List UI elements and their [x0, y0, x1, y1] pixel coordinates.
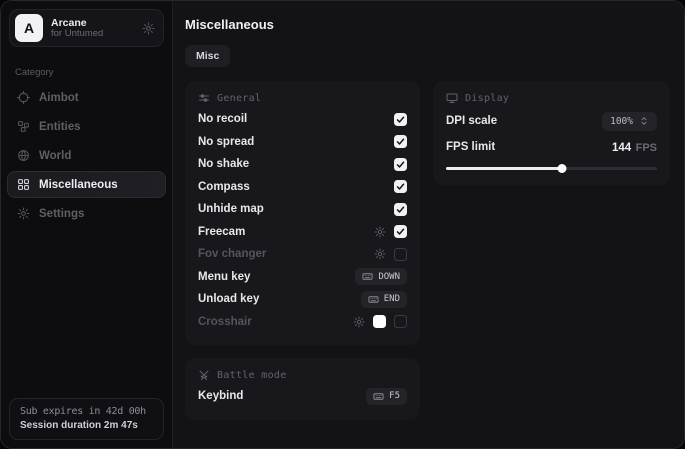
- color-swatch[interactable]: [373, 315, 386, 328]
- checkbox[interactable]: [394, 315, 407, 328]
- keybind-value: F5: [389, 391, 400, 401]
- dpi-scale-row: DPI scale 100%: [446, 108, 657, 134]
- sidebar-item-label: World: [39, 150, 71, 162]
- keyboard-icon: [373, 391, 384, 402]
- app-avatar: A: [15, 14, 43, 42]
- swords-icon: [198, 369, 210, 381]
- setting-row-fov-changer: Fov changer: [198, 243, 407, 266]
- setting-label: Unload key: [198, 293, 361, 305]
- fps-limit-unit: FPS: [636, 142, 657, 154]
- app-header-card: A Arcane for Untumed: [9, 9, 164, 47]
- display-panel: Display DPI scale 100% FPS limit 144: [433, 81, 670, 185]
- battle-mode-panel: Battle mode Keybind F5: [185, 358, 420, 420]
- sidebar-nav: Aimbot Entities World Miscellaneous Settings: [1, 84, 172, 227]
- app-subtitle: for Untumed: [51, 29, 134, 40]
- category-label: Category: [15, 67, 158, 78]
- sliders-icon: [198, 92, 210, 104]
- tab-misc[interactable]: Misc: [185, 45, 230, 67]
- sidebar-item-label: Miscellaneous: [39, 179, 118, 191]
- entities-icon: [17, 120, 30, 133]
- sidebar-item-label: Aimbot: [39, 92, 79, 104]
- sidebar-item-entities[interactable]: Entities: [7, 113, 166, 140]
- setting-row-crosshair: Crosshair: [198, 311, 407, 334]
- general-panel-title: General: [217, 93, 261, 104]
- row-settings-gear-icon[interactable]: [353, 316, 365, 328]
- general-rows: No recoil No spread No shake Compass Unhide …: [198, 108, 407, 333]
- row-settings-gear-icon[interactable]: [374, 248, 386, 260]
- row-settings-gear-icon[interactable]: [374, 226, 386, 238]
- setting-row-freecam: Freecam: [198, 221, 407, 244]
- fps-limit-value: 144: [612, 142, 631, 154]
- keybind-value: DOWN: [378, 272, 400, 282]
- setting-label: Unhide map: [198, 203, 394, 215]
- checkbox[interactable]: [394, 203, 407, 216]
- checkbox[interactable]: [394, 113, 407, 126]
- unfold-icon: [639, 116, 649, 126]
- slider-fill: [446, 167, 562, 170]
- checkbox[interactable]: [394, 180, 407, 193]
- setting-label: No shake: [198, 158, 394, 170]
- sync-icon[interactable]: [142, 22, 155, 35]
- app-title: Arcane: [51, 17, 134, 29]
- dpi-scale-label: DPI scale: [446, 115, 602, 127]
- arcane-window: A Arcane for Untumed Category Aimbot Enti…: [0, 0, 685, 449]
- sidebar-item-label: Settings: [39, 208, 84, 220]
- crosshair-icon: [17, 91, 30, 104]
- page-title: Miscellaneous: [185, 17, 670, 32]
- dpi-scale-value: 100%: [610, 116, 633, 127]
- keybind-badge[interactable]: END: [361, 291, 407, 308]
- session-duration-text: Session duration 2m 47s: [20, 420, 153, 431]
- general-panel: General No recoil No spread No shake Compas…: [185, 81, 420, 345]
- main-area: Miscellaneous Misc General No recoil No s…: [173, 1, 684, 448]
- sidebar-item-settings[interactable]: Settings: [7, 200, 166, 227]
- checkbox[interactable]: [394, 135, 407, 148]
- setting-label: Menu key: [198, 271, 355, 283]
- checkbox[interactable]: [394, 225, 407, 238]
- sidebar-item-aimbot[interactable]: Aimbot: [7, 84, 166, 111]
- setting-row-no-recoil: No recoil: [198, 108, 407, 131]
- display-panel-title: Display: [465, 93, 509, 104]
- keybind-badge[interactable]: F5: [366, 388, 407, 405]
- monitor-icon: [446, 92, 458, 104]
- sidebar: A Arcane for Untumed Category Aimbot Enti…: [1, 1, 173, 448]
- setting-label: No spread: [198, 136, 394, 148]
- setting-label: Compass: [198, 181, 394, 193]
- setting-row-no-spread: No spread: [198, 131, 407, 154]
- grid-icon: [17, 178, 30, 191]
- app-titles: Arcane for Untumed: [51, 17, 134, 40]
- sidebar-item-label: Entities: [39, 121, 81, 133]
- sidebar-item-miscellaneous[interactable]: Miscellaneous: [7, 171, 166, 198]
- keyboard-icon: [362, 271, 373, 282]
- setting-label: No recoil: [198, 113, 394, 125]
- slider-thumb[interactable]: [558, 164, 567, 173]
- sidebar-item-world[interactable]: World: [7, 142, 166, 169]
- globe-icon: [17, 149, 30, 162]
- fps-limit-row: FPS limit 144 FPS: [446, 134, 657, 160]
- setting-label: Freecam: [198, 226, 374, 238]
- setting-label: Crosshair: [198, 316, 353, 328]
- dpi-scale-select[interactable]: 100%: [602, 112, 657, 131]
- subscription-card: Sub expires in 42d 00h Session duration …: [9, 398, 164, 440]
- setting-row-compass: Compass: [198, 176, 407, 199]
- setting-row-keybind: Keybind F5: [198, 385, 407, 408]
- battle-rows: Keybind F5: [198, 385, 407, 408]
- sub-expires-text: Sub expires in 42d 00h: [20, 406, 153, 417]
- fps-limit-label: FPS limit: [446, 141, 612, 153]
- setting-row-menu-key: Menu key DOWN: [198, 266, 407, 289]
- fps-limit-slider[interactable]: [446, 164, 657, 173]
- setting-row-no-shake: No shake: [198, 153, 407, 176]
- setting-label: Keybind: [198, 390, 366, 402]
- checkbox[interactable]: [394, 158, 407, 171]
- keybind-value: END: [384, 294, 400, 304]
- battle-panel-title: Battle mode: [217, 370, 287, 381]
- setting-label: Fov changer: [198, 248, 374, 260]
- gear-icon: [17, 207, 30, 220]
- keyboard-icon: [368, 294, 379, 305]
- setting-row-unload-key: Unload key END: [198, 288, 407, 311]
- setting-row-unhide-map: Unhide map: [198, 198, 407, 221]
- checkbox[interactable]: [394, 248, 407, 261]
- keybind-badge[interactable]: DOWN: [355, 268, 407, 285]
- tab-bar: Misc: [185, 45, 670, 67]
